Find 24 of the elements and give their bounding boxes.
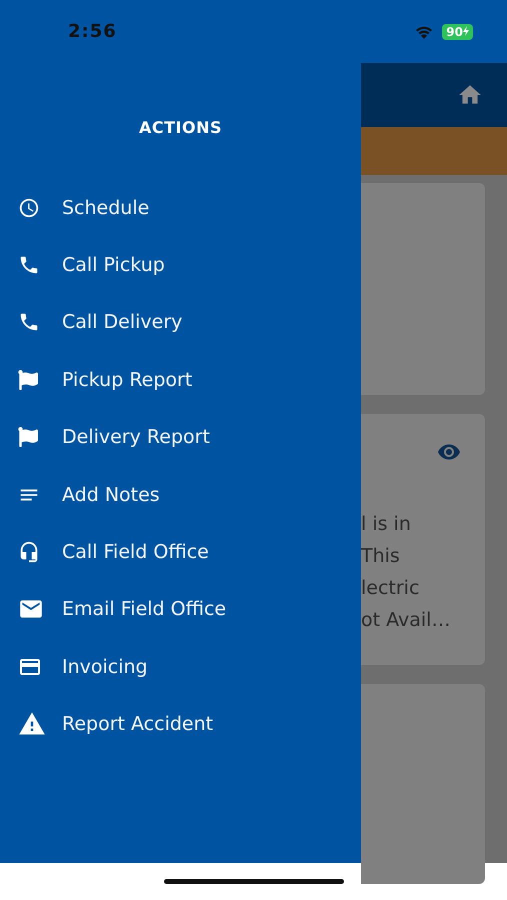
bolt-icon xyxy=(463,26,469,36)
clock-icon xyxy=(18,196,40,219)
menu-item[interactable]: Report Accident xyxy=(0,696,361,753)
card-text: This xyxy=(361,544,401,569)
card[interactable]: l is in This lectric ot Avail… xyxy=(361,414,485,665)
menu-item[interactable]: Call Pickup xyxy=(0,236,361,294)
menu-item[interactable]: Delivery Report xyxy=(0,408,361,466)
card-text: ot Avail… xyxy=(361,608,452,633)
flag-icon xyxy=(18,370,38,390)
menu-item[interactable]: Add Notes xyxy=(0,466,361,524)
menu-item[interactable]: Invoicing xyxy=(0,638,361,696)
card-text: l is in xyxy=(361,512,412,537)
flag-icon xyxy=(18,427,38,448)
card-text: lectric xyxy=(361,576,420,601)
menu-item[interactable]: Pickup Report xyxy=(0,351,361,409)
menu-item[interactable]: Schedule xyxy=(0,179,361,236)
menu-item[interactable]: Call Delivery xyxy=(0,294,361,352)
menu-item[interactable]: Call Field Office xyxy=(0,523,361,581)
wifi-icon xyxy=(414,24,434,39)
menu-item[interactable]: Email Field Office xyxy=(0,580,361,638)
headset-icon xyxy=(18,541,40,564)
drawer-title: ACTIONS xyxy=(138,118,223,137)
battery-level: 90 xyxy=(442,24,473,40)
status-time: 2:56 xyxy=(68,21,117,42)
